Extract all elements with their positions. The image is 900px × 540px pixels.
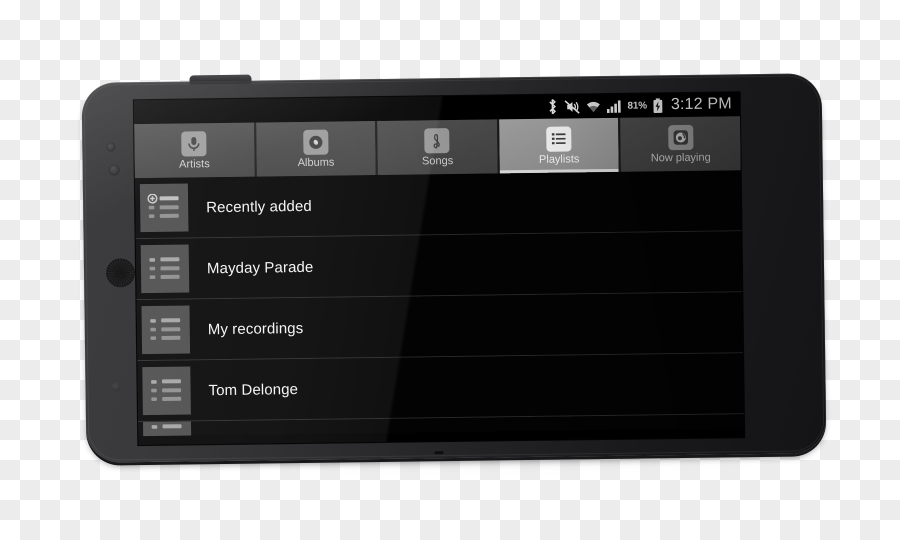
playlist-icon: [140, 244, 190, 294]
list-item-label: Tom Delonge: [208, 380, 299, 399]
list-item[interactable]: Recently added: [134, 170, 742, 240]
earpiece-speaker-icon: [105, 258, 136, 288]
list-item[interactable]: Tom Delonge: [137, 353, 744, 423]
device-screen: 81% 3:12 PM Artists Albums Songs Playlis…: [133, 92, 745, 446]
list-icon: [546, 125, 572, 152]
proximity-sensor-icon: [106, 142, 116, 152]
disc-icon: [303, 129, 329, 155]
tab-playlists[interactable]: Playlists: [497, 117, 621, 174]
tab-label: Albums: [297, 156, 335, 169]
tab-label: Now playing: [650, 151, 711, 164]
list-item-label: Recently added: [206, 197, 312, 216]
list-item[interactable]: My recordings: [136, 292, 744, 362]
status-clock: 3:12 PM: [670, 95, 732, 114]
tab-label: Playlists: [538, 152, 580, 166]
playlist-add-icon: [139, 183, 189, 233]
turntable-icon: [667, 124, 694, 150]
battery-percent-label: 81%: [627, 99, 647, 112]
bottom-microphone-icon: [434, 451, 444, 455]
microphone-icon: [181, 130, 207, 157]
tab-label: Songs: [421, 154, 454, 167]
playlist-icon: [142, 366, 191, 416]
battery-charging-icon: [653, 97, 663, 113]
tab-bar: Artists Albums Songs Playlists Now playi…: [134, 116, 741, 179]
tab-songs[interactable]: Songs: [376, 119, 499, 176]
playlist-list[interactable]: Recently added Mayday Parade My recordin…: [134, 170, 745, 446]
scene: 81% 3:12 PM Artists Albums Songs Playlis…: [0, 0, 900, 540]
bluetooth-icon: [546, 98, 557, 115]
vibrate-mute-icon: [563, 99, 580, 114]
wifi-icon: [585, 99, 600, 113]
tab-now-playing[interactable]: Now playing: [619, 116, 741, 172]
playlist-icon: [142, 421, 192, 437]
power-button[interactable]: [189, 74, 252, 85]
front-camera-icon: [108, 164, 120, 176]
tab-label: Artists: [179, 157, 210, 171]
playlist-icon: [141, 305, 191, 355]
cellular-signal-icon: [606, 99, 621, 113]
tab-artists[interactable]: Artists: [134, 122, 256, 179]
list-item-label: Mayday Parade: [206, 258, 314, 277]
list-item-label: My recordings: [207, 319, 304, 338]
tab-albums[interactable]: Albums: [254, 121, 377, 177]
list-item[interactable]: Mayday Parade: [135, 231, 743, 301]
microphone-hole-icon: [111, 382, 121, 392]
smartphone-device: 81% 3:12 PM Artists Albums Songs Playlis…: [81, 73, 827, 463]
treble-clef-icon: [424, 127, 450, 153]
